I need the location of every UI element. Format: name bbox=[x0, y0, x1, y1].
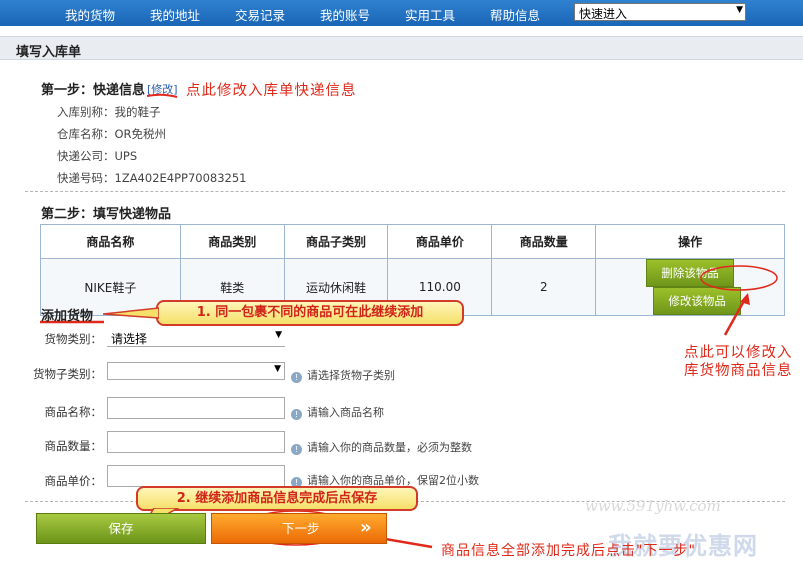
name-label: 商品名称： bbox=[44, 405, 103, 419]
save-button[interactable]: 保存 bbox=[36, 513, 206, 544]
info-icon: ! bbox=[291, 409, 302, 420]
price-label: 商品单价： bbox=[44, 474, 103, 488]
dropdown-arrow-icon: ▼ bbox=[274, 364, 281, 374]
subcategory-select[interactable]: ▼ bbox=[107, 362, 285, 380]
modify-annotation-2: 库货物商品信息 bbox=[684, 363, 793, 379]
info-icon: ! bbox=[291, 372, 302, 383]
subcategory-hint: ! 请选择货物子类别 bbox=[291, 367, 395, 383]
category-select-value: 请选择 bbox=[111, 332, 148, 346]
info-icon: ! bbox=[291, 444, 302, 455]
product-name-input[interactable] bbox=[107, 397, 285, 419]
hint-text: 请选择货物子类别 bbox=[307, 369, 395, 382]
subcategory-label: 货物子类别： bbox=[33, 367, 102, 381]
callout-save-text: 2. 继续添加商品信息完成后点保存 bbox=[176, 491, 378, 506]
qty-hint: ! 请输入你的商品数量，必须为整数 bbox=[291, 439, 472, 455]
quantity-input[interactable] bbox=[107, 431, 285, 453]
unit-price-input[interactable] bbox=[107, 465, 285, 487]
callout-add-more: 1. 同一包裹不同的商品可在此继续添加 bbox=[156, 300, 464, 326]
name-hint: ! 请输入商品名称 bbox=[291, 404, 384, 420]
next-annotation: 商品信息全部添加完成后点击"下一步" bbox=[441, 543, 696, 559]
hint-text: 请输入你的商品数量，必须为整数 bbox=[307, 441, 472, 454]
category-select[interactable]: 请选择 ▼ bbox=[107, 329, 285, 347]
hint-text: 请输入商品名称 bbox=[307, 406, 384, 419]
next-step-label: 下一步 bbox=[282, 521, 320, 536]
qty-label: 商品数量： bbox=[44, 439, 103, 453]
next-step-button[interactable]: 下一步 » bbox=[211, 513, 387, 544]
add-goods-title: 添加货物 bbox=[41, 309, 94, 324]
dropdown-arrow-icon: ▼ bbox=[275, 330, 282, 340]
callout-pointer bbox=[103, 307, 159, 319]
category-label: 货物类别： bbox=[44, 332, 103, 346]
double-chevron-right-icon: » bbox=[360, 517, 372, 538]
callout-add-more-text: 1. 同一包裹不同的商品可在此继续添加 bbox=[196, 305, 424, 320]
watermark-url: www.591yhw.com bbox=[585, 497, 721, 515]
